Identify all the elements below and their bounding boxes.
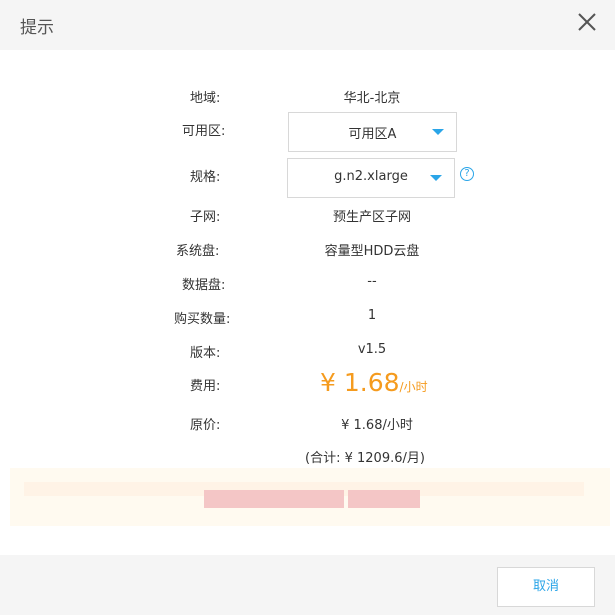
close-icon[interactable] xyxy=(574,9,600,35)
data-disk-value: -- xyxy=(367,274,377,289)
data-disk-label: 数据盘: xyxy=(182,278,226,293)
confirm-dialog: 提示 地域: 华北-北京 可用区: 可用区A 规格: g.n2.xlarge ?… xyxy=(0,0,615,615)
subnet-value: 预生产区子网 xyxy=(332,210,411,225)
cancel-button[interactable]: 取消 xyxy=(497,567,595,607)
spec-select[interactable]: g.n2.xlarge xyxy=(287,158,455,198)
fee-value: ¥ 1.68 xyxy=(320,368,400,397)
total-monthly: (合计: ¥ 1209.6/月) xyxy=(305,451,425,466)
chevron-down-icon xyxy=(430,175,442,181)
zone-select-value: 可用区A xyxy=(348,127,397,142)
spec-label: 规格: xyxy=(190,170,221,185)
question-circle-icon[interactable]: ? xyxy=(460,167,474,181)
quantity-label: 购买数量: xyxy=(174,312,231,327)
dialog-header: 提示 xyxy=(0,0,615,50)
fee-label: 费用: xyxy=(190,379,221,394)
dialog-title: 提示 xyxy=(20,18,54,38)
quantity-value: 1 xyxy=(367,308,377,323)
region-value: 华北-北京 xyxy=(343,91,401,106)
original-price-label: 原价: xyxy=(190,418,221,433)
fee-unit: /小时 xyxy=(399,380,428,394)
fee-price: ¥ 1.68/小时 xyxy=(320,368,428,397)
zone-label: 可用区: xyxy=(182,124,226,139)
blurred-text xyxy=(348,490,420,508)
blurred-notice xyxy=(10,468,610,526)
version-value: v1.5 xyxy=(357,342,387,357)
region-label: 地域: xyxy=(190,91,221,106)
system-disk-label: 系统盘: xyxy=(176,244,220,259)
version-label: 版本: xyxy=(190,346,221,361)
subnet-label: 子网: xyxy=(190,210,221,225)
original-price-value: ¥ 1.68/小时 xyxy=(341,418,413,433)
blurred-text xyxy=(204,490,344,508)
system-disk-value: 容量型HDD云盘 xyxy=(324,244,420,259)
zone-select[interactable]: 可用区A xyxy=(288,112,457,152)
chevron-down-icon xyxy=(432,129,444,135)
